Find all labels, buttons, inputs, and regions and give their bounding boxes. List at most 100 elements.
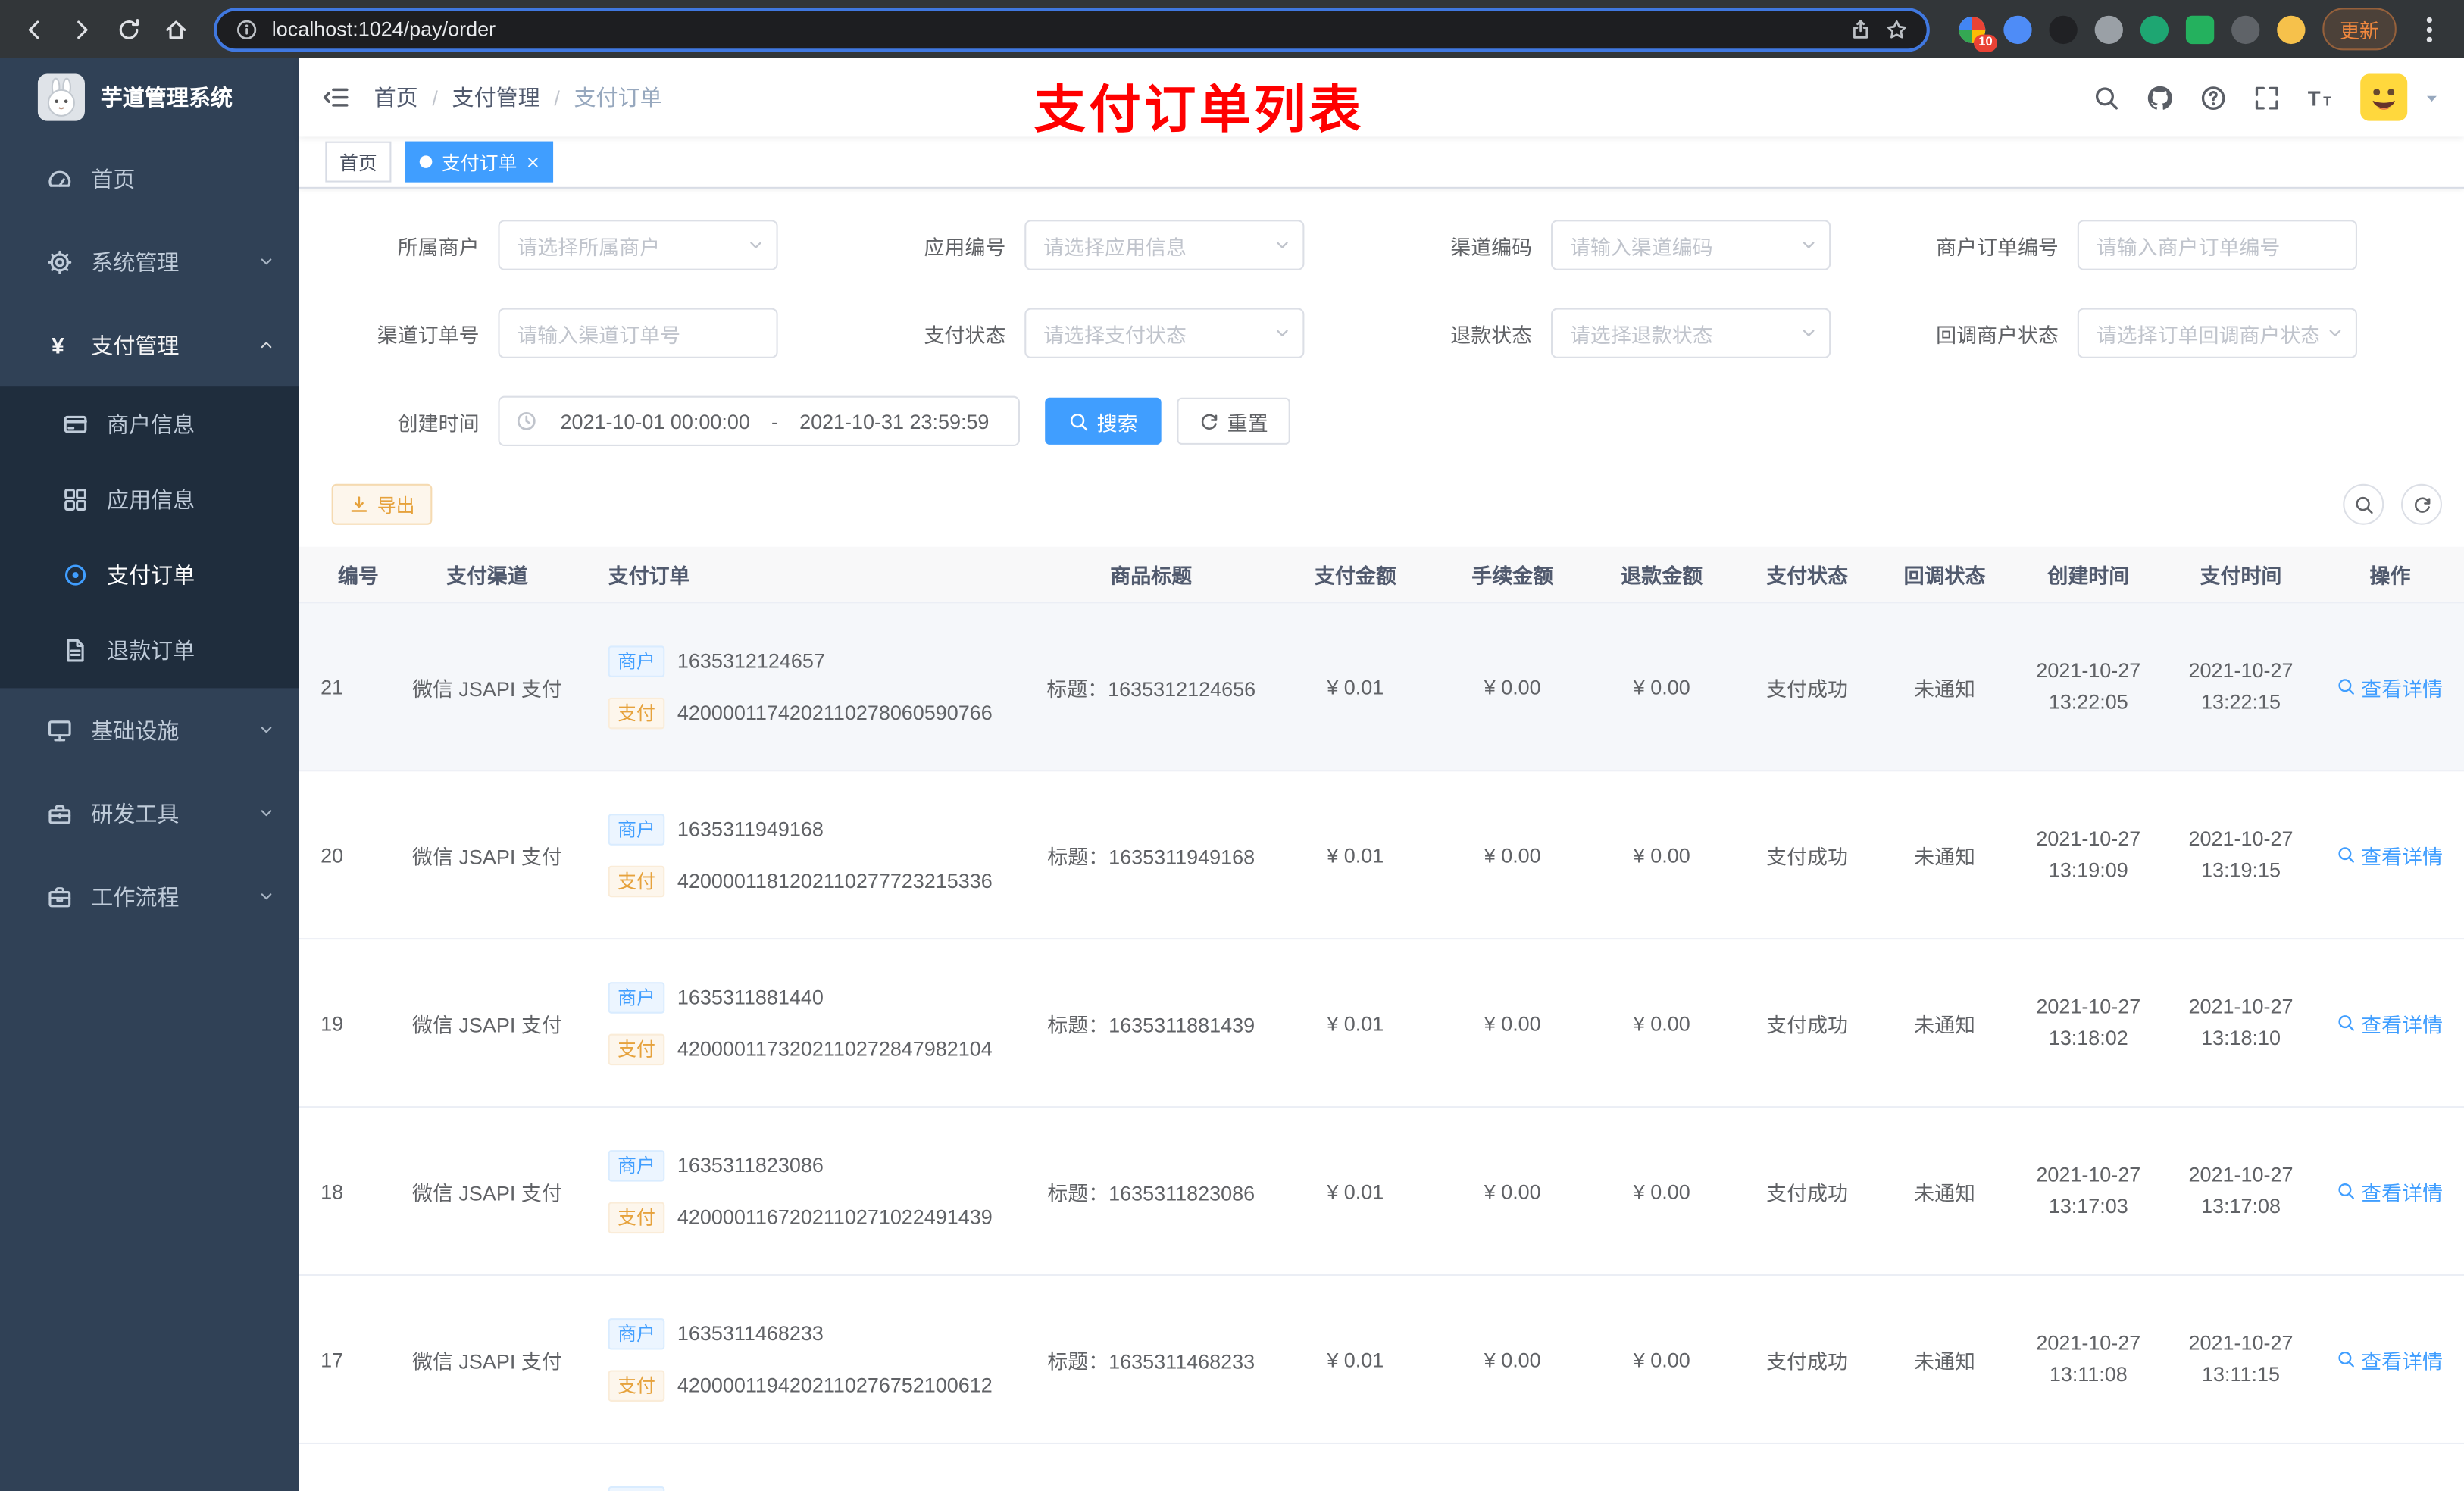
merchant-order-no-input[interactable]: 请输入商户订单编号: [2077, 220, 2357, 270]
create-time-cell: 2021-10-27 13:11:08: [2036, 1330, 2141, 1386]
channel-code-select[interactable]: 请输入渠道编码: [1551, 220, 1831, 270]
reset-button[interactable]: 重置: [1177, 397, 1290, 445]
extension-colorful-icon[interactable]: 10: [1958, 15, 1997, 52]
browser-forward-button[interactable]: [60, 7, 104, 51]
pay-amount-cell: ¥ 0.01: [1327, 1011, 1384, 1035]
screen: localhost:1024/pay/order 10 更新 芋道管理系统 首页系…: [0, 0, 2464, 1491]
view-detail-link[interactable]: 查看详情: [2337, 1008, 2443, 1037]
sidebar-item-system[interactable]: 系统管理: [0, 220, 299, 303]
extension-pin-icon[interactable]: [2231, 14, 2260, 44]
filter-field-channel-code-select: 渠道编码 请输入渠道编码: [1375, 220, 1902, 270]
font-size-icon[interactable]: TT: [2307, 84, 2334, 111]
pay-tag: 支付: [608, 696, 665, 729]
sidebar-item-payment[interactable]: ¥ 支付管理: [0, 303, 299, 386]
extension-profile-icon[interactable]: [2277, 14, 2306, 44]
order-id-cell: 19: [321, 1011, 344, 1035]
address-bar[interactable]: localhost:1024/pay/order: [214, 7, 1930, 52]
submenu-payment: 商户信息 应用信息 支付订单 退款订单: [0, 386, 299, 689]
url-text[interactable]: localhost:1024/pay/order: [272, 17, 496, 41]
extension-green-icon[interactable]: [2140, 14, 2169, 44]
export-button[interactable]: 导出: [331, 483, 433, 525]
browser-menu-icon[interactable]: [2414, 14, 2445, 45]
notify-status-select[interactable]: 请选择订单回调商户状态: [2077, 308, 2357, 358]
breadcrumb-item[interactable]: 首页: [374, 82, 418, 113]
share-icon[interactable]: [1850, 18, 1871, 40]
dashboard-icon: [47, 166, 72, 191]
pay-time-cell: [2165, 1444, 2316, 1491]
view-detail-link[interactable]: 查看详情: [2337, 672, 2443, 702]
extension-dark-icon[interactable]: [2049, 14, 2078, 44]
product-title-cell: 标题：1635311881439: [1047, 1012, 1255, 1036]
sidebar-toggle-icon[interactable]: [322, 83, 350, 111]
browser-home-button[interactable]: [154, 7, 198, 51]
create-time-range-picker[interactable]: 2021-10-01 00:00:00-2021-10-31 23:59:59: [498, 395, 1021, 447]
order-id-cell: 20: [321, 842, 344, 867]
sidebar-item-dev-tools[interactable]: 研发工具: [0, 771, 299, 855]
user-avatar[interactable]: [2360, 73, 2408, 121]
merchant-tag: 商户: [608, 645, 665, 677]
tab-home[interactable]: 首页: [325, 141, 392, 183]
action-cell: 查看详情: [2316, 939, 2464, 1106]
tab-close-icon[interactable]: ×: [527, 151, 539, 173]
github-icon[interactable]: [2147, 84, 2173, 111]
app-shell: 芋道管理系统 首页系统管理 ¥ 支付管理 商户信息 应用信息 支付订单 退款订单 基础设施 研发…: [0, 58, 2464, 1491]
table-row-18: 18 微信 JSAPI 支付 商户 1635311823086 支付 4200001167…: [299, 1108, 2464, 1277]
browser-back-button[interactable]: [13, 7, 57, 51]
search-icon: [2353, 494, 2374, 514]
fee-amount-cell: ¥ 0.00: [1484, 674, 1541, 699]
sidebar-item-home[interactable]: 首页: [0, 136, 299, 220]
view-detail-link[interactable]: 查看详情: [2337, 1344, 2443, 1374]
view-detail-link[interactable]: 查看详情: [2337, 1176, 2443, 1205]
bookmark-star-icon[interactable]: [1886, 18, 1908, 40]
sidebar-item-workflow[interactable]: 工作流程: [0, 855, 299, 938]
help-icon[interactable]: [2200, 84, 2227, 111]
pay-time-cell: 2021-10-27 13:18:10: [2188, 994, 2294, 1050]
sidebar-item-infrastructure[interactable]: 基础设施: [0, 688, 299, 771]
notify-status-cell: 未通知: [1914, 1012, 1975, 1036]
pay-status-select[interactable]: 请选择支付状态: [1024, 308, 1305, 358]
extension-chat-icon[interactable]: [2185, 14, 2215, 44]
pay-status-cell: 支付成功: [1766, 676, 1849, 700]
pay-amount-cell: [1273, 1444, 1438, 1491]
app-logo[interactable]: 芋道管理系统: [0, 58, 299, 137]
app-no-select[interactable]: 请选择应用信息: [1024, 220, 1305, 270]
breadcrumb-item[interactable]: 支付管理: [452, 82, 540, 113]
site-info-icon[interactable]: [236, 18, 258, 40]
search-icon[interactable]: [2093, 84, 2120, 111]
search-icon: [1068, 411, 1089, 431]
sidebar-item-refund-order[interactable]: 退款订单: [0, 613, 299, 689]
extension-gray-icon[interactable]: [2094, 14, 2123, 44]
sidebar-item-label: 系统管理: [91, 248, 180, 274]
product-title-cell: 标题：1635311823086: [1047, 1180, 1255, 1205]
filter-field-refund-status-select: 退款状态 请选择退款状态: [1375, 308, 1902, 358]
refund-amount-cell: ¥ 0.00: [1633, 842, 1690, 867]
merchant-select[interactable]: 请选择所属商户: [498, 220, 778, 270]
filter-field-merchant-select: 所属商户 请选择所属商户: [322, 220, 849, 270]
product-title-cell: [1029, 1444, 1272, 1491]
action-cell: 查看详情: [2316, 603, 2464, 770]
fullscreen-icon[interactable]: [2253, 84, 2280, 111]
select-caret-icon: [1800, 236, 1818, 255]
browser-update-button[interactable]: 更新: [2322, 8, 2397, 51]
sidebar-item-pay-order[interactable]: 支付订单: [0, 537, 299, 613]
view-detail-link[interactable]: 查看详情: [2337, 840, 2443, 870]
order-id-cell: 21: [321, 674, 344, 699]
sidebar-item-app-info[interactable]: 应用信息: [0, 462, 299, 538]
sidebar-item-merchant-info[interactable]: 商户信息: [0, 386, 299, 462]
pay-status-cell: [1737, 1444, 1878, 1491]
placeholder-text: 请选择退款状态: [1569, 323, 1713, 347]
table-row-17: 17 微信 JSAPI 支付 商户 1635311468233 支付 4200001194…: [299, 1276, 2464, 1444]
search-button[interactable]: 搜索: [1045, 397, 1162, 445]
channel-order-no-input[interactable]: 请输入渠道订单号: [498, 308, 778, 358]
fee-amount-cell: ¥ 0.00: [1484, 1011, 1541, 1035]
browser-reload-button[interactable]: [107, 7, 151, 51]
merchant-order-no: 1635311823086: [677, 1153, 824, 1177]
refund-status-select[interactable]: 请选择退款状态: [1551, 308, 1831, 358]
avatar-caret-icon[interactable]: [2423, 89, 2441, 106]
tab-pay-order[interactable]: 支付订单 ×: [405, 141, 554, 183]
extension-blue-icon[interactable]: [2003, 14, 2032, 44]
refresh-table-button[interactable]: [2401, 483, 2442, 525]
browser-nav-buttons: [13, 7, 199, 51]
toggle-search-button[interactable]: [2343, 483, 2384, 525]
monitor-icon: [47, 717, 72, 742]
